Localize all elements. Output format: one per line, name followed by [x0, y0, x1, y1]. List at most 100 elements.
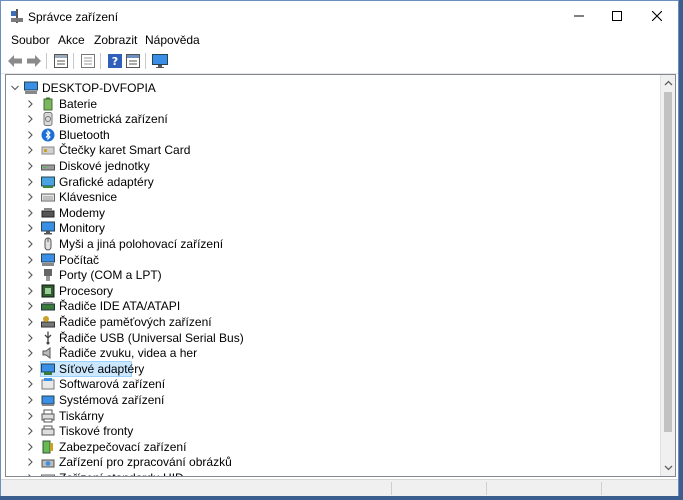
vertical-scrollbar[interactable]: [660, 75, 675, 476]
tree-item[interactable]: Počítač: [6, 252, 662, 268]
tree-item[interactable]: Procesory: [6, 283, 662, 299]
forward-button[interactable]: [26, 53, 42, 69]
tree-item[interactable]: Čtečky karet Smart Card: [6, 142, 662, 158]
tree-item[interactable]: Systémová zařízení: [6, 392, 662, 408]
tree-item-label: Čtečky karet Smart Card: [59, 143, 191, 158]
tree-item[interactable]: Síťové adaptéry: [6, 360, 662, 377]
network-adapter-icon: [41, 363, 55, 375]
maximize-icon: [612, 11, 622, 21]
tree-item[interactable]: Softwarová zařízení: [6, 376, 662, 392]
details-view-icon: [126, 54, 140, 68]
tree-item-label: Síťové adaptéry: [59, 361, 145, 376]
expanded-chevron-icon[interactable]: [11, 83, 19, 93]
tree-item[interactable]: Baterie: [6, 96, 662, 112]
tree-item-label: Biometrická zařízení: [59, 112, 168, 127]
tree-item-label: Procesory: [59, 283, 114, 298]
collapsed-chevron-icon[interactable]: [26, 457, 34, 467]
tree-item[interactable]: Bluetooth: [6, 127, 662, 143]
collapsed-chevron-icon[interactable]: [26, 192, 34, 202]
ide-controller-icon: [41, 302, 55, 311]
collapsed-chevron-icon[interactable]: [26, 161, 34, 171]
tree-item[interactable]: Diskové jednotky: [6, 158, 662, 174]
collapsed-chevron-icon[interactable]: [26, 442, 34, 452]
list-view-button[interactable]: [80, 53, 96, 69]
scrollbar-thumb[interactable]: [664, 92, 672, 432]
tree-item[interactable]: Tiskárny: [6, 408, 662, 424]
tree-item[interactable]: Řadiče IDE ATA/ATAPI: [6, 298, 662, 314]
tree-root[interactable]: DESKTOP-DVFOPIA: [6, 80, 662, 96]
collapsed-chevron-icon[interactable]: [26, 301, 34, 311]
tree-item-label: Grafické adaptéry: [59, 174, 154, 189]
tree-item-label: Systémová zařízení: [59, 393, 165, 407]
back-button[interactable]: [7, 53, 23, 69]
collapsed-chevron-icon[interactable]: [26, 317, 34, 327]
bluetooth-icon: [41, 128, 55, 142]
collapsed-chevron-icon[interactable]: [26, 208, 34, 218]
tree-item-label: Zařízení pro zpracování obrázků: [59, 455, 232, 470]
print-queue-icon: [41, 425, 55, 436]
computer-icon: [41, 253, 55, 266]
collapsed-chevron-icon[interactable]: [26, 239, 34, 249]
scan-hardware-button[interactable]: [152, 53, 168, 69]
tree-item-label: Zabezpečovací zařízení: [59, 439, 187, 454]
minimize-icon: [574, 15, 584, 17]
collapsed-chevron-icon[interactable]: [26, 177, 34, 187]
tree-item[interactable]: Biometrická zařízení: [6, 111, 662, 127]
collapsed-chevron-icon[interactable]: [26, 364, 34, 374]
tree-item[interactable]: Modemy: [6, 205, 662, 221]
back-icon: [8, 55, 22, 67]
help-button[interactable]: ?: [107, 53, 123, 69]
menu-soubor[interactable]: Soubor: [11, 33, 50, 47]
monitor-icon: [152, 54, 168, 68]
processor-icon: [41, 284, 55, 298]
menu-bar: Soubor Akce Zobrazit Nápověda: [1, 31, 678, 49]
forward-icon: [27, 55, 41, 67]
collapsed-chevron-icon[interactable]: [26, 270, 34, 280]
fingerprint-icon: [43, 112, 53, 127]
tree-item[interactable]: Řadiče USB (Universal Serial Bus): [6, 330, 662, 346]
tree-item-label: Softwarová zařízení: [59, 377, 166, 392]
collapsed-chevron-icon[interactable]: [26, 114, 34, 124]
tree-item[interactable]: Tiskové fronty: [6, 423, 662, 439]
collapsed-chevron-icon[interactable]: [26, 130, 34, 140]
device-tree[interactable]: DESKTOP-DVFOPIA Baterie Biometrická zaříze…: [5, 74, 676, 477]
toolbar: ?: [1, 49, 678, 74]
tree-item-label: Řadiče zvuku, videa a her: [59, 346, 198, 361]
collapsed-chevron-icon[interactable]: [26, 348, 34, 358]
hid-icon: [41, 474, 55, 476]
collapsed-chevron-icon[interactable]: [26, 333, 34, 343]
tree-item[interactable]: Porty (COM a LPT): [6, 267, 662, 283]
tree-item[interactable]: Řadiče zvuku, videa a her: [6, 345, 662, 361]
collapsed-chevron-icon[interactable]: [26, 255, 34, 265]
collapsed-chevron-icon[interactable]: [26, 473, 34, 477]
collapsed-chevron-icon[interactable]: [26, 395, 34, 405]
tree-item[interactable]: Řadiče paměťových zařízení: [6, 314, 662, 330]
scroll-up-icon[interactable]: [664, 79, 673, 88]
tree-item[interactable]: Zařízení pro zpracování obrázků: [6, 454, 662, 470]
collapsed-chevron-icon[interactable]: [26, 286, 34, 296]
menu-napoveda[interactable]: Nápověda: [145, 33, 200, 47]
collapsed-chevron-icon[interactable]: [26, 99, 34, 109]
properties-button[interactable]: [53, 53, 69, 69]
collapsed-chevron-icon[interactable]: [26, 411, 34, 421]
window-title: Správce zařízení: [28, 10, 119, 24]
disk-drive-icon: [41, 164, 55, 171]
tree-item[interactable]: Grafické adaptéry: [6, 174, 662, 190]
tree-item-label: Tiskové fronty: [59, 424, 134, 439]
tree-item[interactable]: Klávesnice: [6, 189, 662, 205]
collapsed-chevron-icon[interactable]: [26, 223, 34, 233]
tree-item[interactable]: Myši a jiná polohovací zařízení: [6, 236, 662, 252]
tree-item[interactable]: Zařízení standardu HID: [6, 470, 662, 477]
imaging-device-icon: [41, 459, 55, 468]
tree-item[interactable]: Monitory: [6, 220, 662, 236]
menu-zobrazit[interactable]: Zobrazit: [94, 33, 137, 47]
collapsed-chevron-icon[interactable]: [26, 379, 34, 389]
collapsed-chevron-icon[interactable]: [26, 145, 34, 155]
tree-item-label: Klávesnice: [59, 190, 118, 205]
collapsed-chevron-icon[interactable]: [26, 426, 34, 436]
scroll-down-icon[interactable]: [664, 463, 673, 472]
close-button[interactable]: [634, 1, 680, 31]
tree-item[interactable]: Zabezpečovací zařízení: [6, 439, 662, 455]
menu-akce[interactable]: Akce: [58, 33, 85, 47]
details-view-button[interactable]: [125, 53, 141, 69]
